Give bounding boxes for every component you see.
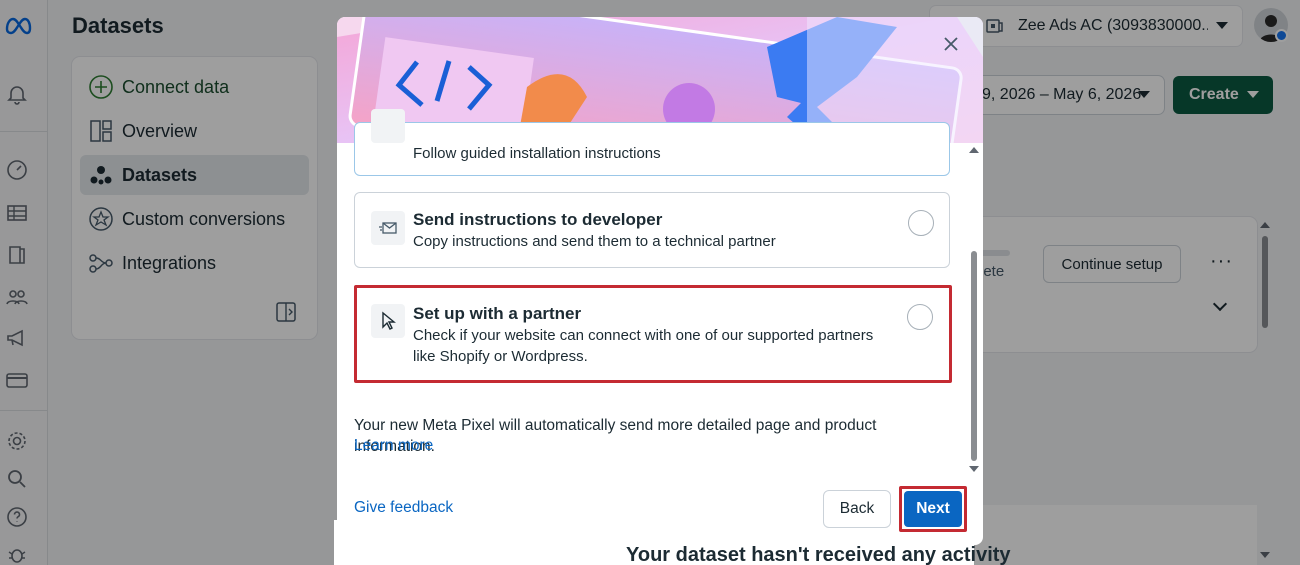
chevron-down-icon [1247,91,1259,98]
next-button[interactable]: Next [904,491,962,527]
help-question-icon[interactable] [5,505,29,529]
chevron-down-icon [1138,91,1150,98]
pixel-info-note: Your new Meta Pixel will automatically s… [354,417,877,455]
give-feedback-link[interactable]: Give feedback [354,499,453,517]
star-badge-icon [89,207,113,231]
settings-gear-icon[interactable] [5,429,29,453]
cursor-pointer-icon [371,304,405,338]
dataset-empty-heading: Your dataset hasn't received any activit… [626,544,1011,565]
back-button[interactable]: Back [823,490,891,528]
option-radio[interactable] [907,304,933,330]
chevron-down-icon [1216,22,1228,29]
facebook-badge-icon [1275,29,1288,42]
pixel-setup-dialog: Follow guided installation instructions … [337,17,983,545]
page-scroll-up-arrow[interactable] [1260,222,1270,228]
nav-item-datasets[interactable]: Datasets [80,155,309,195]
nav-item-integrations[interactable]: Integrations [80,243,309,283]
plus-circle-icon [89,75,113,99]
dataset-setup-card: lete Continue setup ··· [960,217,1257,352]
close-icon[interactable] [940,33,962,55]
performance-gauge-icon[interactable] [5,158,29,182]
page-scroll-down-arrow[interactable] [1260,552,1270,558]
catalog-book-icon[interactable] [5,243,29,267]
date-range-picker[interactable]: 9, 2026 – May 6, 2026 [960,76,1164,114]
option-guided-install[interactable]: Follow guided installation instructions [354,109,950,176]
datasets-side-nav: Connect data Overview Datasets Custom co… [72,57,317,339]
dialog-scrollbar-thumb[interactable] [971,251,977,461]
nav-item-label: Connect data [122,76,230,97]
guided-install-icon [371,109,405,143]
nav-item-label: Overview [122,120,198,141]
search-icon[interactable] [5,467,29,491]
create-button[interactable]: Create [1173,76,1273,114]
ad-account-name: Zee Ads AC (3093830000... [1018,17,1208,34]
megaphone-icon[interactable] [5,326,29,350]
option-radio[interactable] [908,210,934,236]
page-title: Datasets [72,13,164,38]
learn-more-link[interactable]: Learn more [354,437,433,455]
table-grid-icon[interactable] [5,201,29,225]
date-range-text: 9, 2026 – May 6, 2026 [982,86,1142,103]
collapse-panel-icon[interactable] [275,301,297,323]
nav-item-connect-data[interactable]: Connect data [80,67,309,107]
option-description: Follow guided installation instructions [413,145,661,162]
nav-item-label: Custom conversions [122,208,286,229]
option-description: Check if your website can connect with o… [413,327,874,365]
create-button-label: Create [1189,86,1239,103]
bug-report-icon[interactable] [5,542,29,565]
ad-account-icon [986,19,1003,33]
expand-chevron-icon[interactable] [1212,296,1228,312]
setup-progress-bar [980,250,1010,256]
send-envelope-icon [371,211,405,245]
audiences-people-icon[interactable] [5,285,29,309]
more-options-icon[interactable]: ··· [1210,250,1233,273]
notifications-bell-icon[interactable] [5,82,29,106]
overview-icon [90,120,112,142]
nav-item-label: Datasets [122,164,198,185]
option-title: Set up with a partner [413,304,582,323]
dialog-scroll-down-arrow[interactable] [969,466,979,472]
option-description: Copy instructions and send them to a tec… [413,233,776,250]
billing-card-icon[interactable] [5,368,29,392]
nav-item-overview[interactable]: Overview [80,111,309,151]
nav-item-custom-conversions[interactable]: Custom conversions [80,199,309,239]
meta-logo-icon[interactable] [4,13,34,37]
rail-divider [0,131,48,132]
integrations-icon [89,254,113,273]
page-scrollbar-thumb[interactable] [1262,236,1268,328]
next-button-highlight: Next [899,486,967,532]
continue-setup-button[interactable]: Continue setup [1043,245,1181,283]
option-send-to-developer[interactable]: Send instructions to developer Copy inst… [354,192,950,268]
option-title: Send instructions to developer [413,210,663,229]
nav-item-label: Integrations [122,252,217,273]
dialog-scroll-up-arrow[interactable] [969,147,979,153]
option-setup-with-partner[interactable]: Set up with a partner Check if your webs… [354,285,952,383]
app-rail [0,0,48,565]
rail-divider [0,410,48,411]
datasets-icon [90,166,112,185]
setup-status-text: lete [980,263,1005,280]
